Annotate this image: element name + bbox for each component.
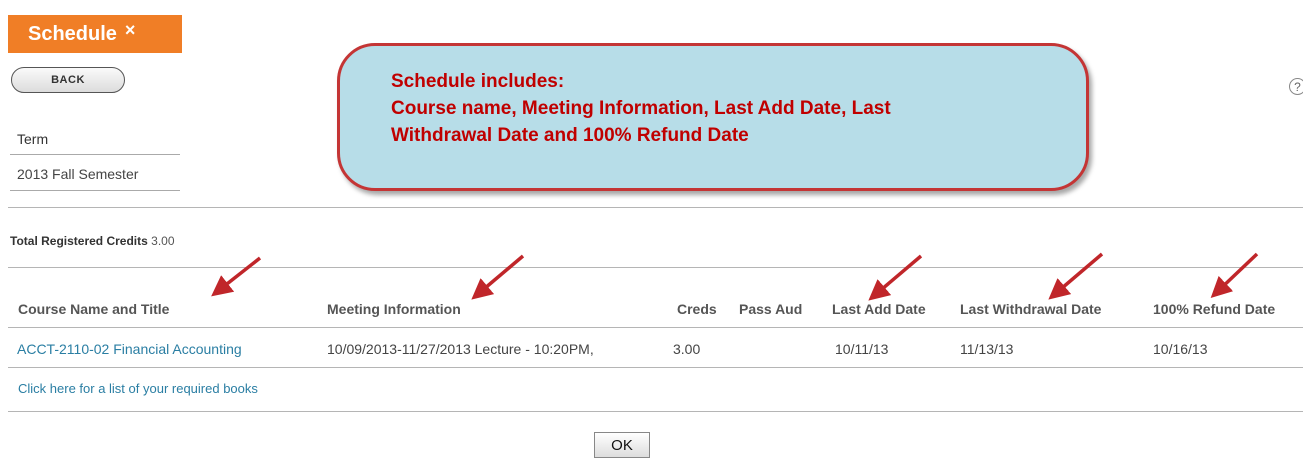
course-link[interactable]: ACCT-2110-02 Financial Accounting bbox=[17, 341, 242, 357]
header-refund-date: 100% Refund Date bbox=[1153, 301, 1276, 317]
refund-date-value: 10/16/13 bbox=[1153, 341, 1208, 357]
callout-line: Schedule includes: bbox=[391, 71, 565, 92]
header-pass-aud: Pass Aud bbox=[739, 301, 803, 317]
total-credits: Total Registered Credits 3.00 bbox=[10, 234, 175, 248]
header-meeting-info: Meeting Information bbox=[327, 301, 461, 317]
required-books-link[interactable]: Click here for a list of your required b… bbox=[18, 381, 258, 396]
header-last-add-date: Last Add Date bbox=[832, 301, 926, 317]
section-divider bbox=[8, 207, 1303, 208]
header-creds: Creds bbox=[677, 301, 717, 317]
term-value: 2013 Fall Semester bbox=[17, 166, 139, 182]
term-divider bbox=[10, 154, 180, 155]
total-credits-value: 3.00 bbox=[151, 234, 175, 248]
arrow-icon bbox=[868, 254, 923, 301]
help-icon[interactable]: ? bbox=[1289, 78, 1303, 95]
annotation-callout: Schedule includes: Course name, Meeting … bbox=[337, 43, 1089, 191]
table-divider bbox=[8, 367, 1303, 368]
tab-title: Schedule bbox=[28, 22, 117, 45]
term-label: Term bbox=[17, 131, 49, 147]
arrow-icon bbox=[471, 254, 525, 300]
meeting-info: 10/09/2013-11/27/2013 Lecture - 10:20PM, bbox=[327, 341, 594, 357]
ok-button[interactable]: OK bbox=[594, 432, 650, 458]
arrow-icon bbox=[211, 256, 262, 297]
section-divider bbox=[8, 411, 1303, 412]
section-divider bbox=[8, 267, 1303, 268]
schedule-tab: Schedule × bbox=[8, 15, 182, 53]
table-divider bbox=[8, 327, 1303, 328]
arrow-icon bbox=[1210, 252, 1259, 299]
total-credits-label: Total Registered Credits bbox=[10, 234, 148, 248]
last-add-date-value: 10/11/13 bbox=[835, 341, 889, 357]
callout-line: Withdrawal Date and 100% Refund Date bbox=[391, 125, 749, 146]
creds-value: 3.00 bbox=[673, 341, 701, 357]
close-icon[interactable]: × bbox=[125, 20, 136, 41]
header-last-withdrawal-date: Last Withdrawal Date bbox=[960, 301, 1102, 317]
arrow-icon bbox=[1048, 252, 1104, 300]
last-withdrawal-date-value: 11/13/13 bbox=[960, 341, 1014, 357]
callout-line: Course name, Meeting Information, Last A… bbox=[391, 98, 891, 119]
back-button[interactable]: BACK bbox=[11, 67, 125, 93]
header-course-name: Course Name and Title bbox=[18, 301, 170, 317]
term-divider bbox=[10, 190, 180, 191]
